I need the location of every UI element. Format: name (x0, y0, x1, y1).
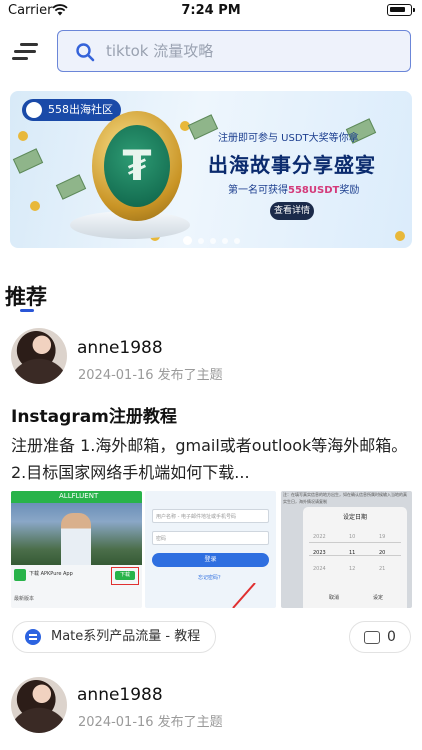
month-option: 10 (349, 534, 356, 540)
menu-line (12, 57, 28, 60)
highlight-box: 下载 (111, 567, 139, 585)
reward-prefix: 第一名可获得 (228, 185, 288, 196)
year-option: 2023 (313, 550, 326, 556)
carousel-dot[interactable] (221, 238, 228, 244)
view-details-button[interactable]: 查看详情 (270, 202, 314, 220)
reward-amount: 558USDT (288, 185, 340, 196)
menu-line (14, 50, 36, 53)
football-photo (11, 503, 142, 565)
tag-icon (25, 629, 41, 645)
battery-icon (387, 4, 415, 16)
forgot-password-link: 忘记密码？ (197, 575, 223, 581)
version-label: 最新版本 (14, 596, 35, 602)
menu-line (20, 43, 38, 46)
avatar[interactable] (11, 328, 67, 384)
banknote-icon (12, 148, 44, 174)
player-figure (61, 513, 91, 565)
carousel-indicator[interactable] (10, 229, 412, 248)
carousel-dot[interactable] (233, 238, 240, 244)
date-picker: 设定日期 2022 2023 2024 10 11 12 19 20 21 取消… (303, 507, 407, 608)
post-username[interactable]: anne1988 (77, 338, 163, 358)
install-button: 下载 (115, 571, 135, 580)
promo-banner[interactable]: 558出海社区 ₮ 注册即可参与 USDT大奖等你拿 出海故事分享盛宴 第一名可… (10, 91, 412, 248)
avatar[interactable] (11, 677, 67, 733)
carousel-dot[interactable] (182, 236, 192, 245)
topic-tag-button[interactable]: Mate系列产品流量 - 教程 (12, 621, 217, 653)
month-column: 10 11 12 (349, 529, 355, 577)
download-text: 下载 APKPure App (29, 571, 73, 577)
month-option: 11 (349, 550, 356, 556)
post-excerpt[interactable]: 注册准备 1.海外邮箱，gmail或者outlook等海外邮箱。2.目标国家网络… (11, 432, 416, 486)
carousel-dot[interactable] (197, 238, 204, 244)
gold-coin-icon (30, 201, 40, 211)
year-option: 2024 (313, 566, 326, 572)
reward-suffix: 奖励 (339, 185, 360, 196)
post-meta: 2024-01-16 发布了主题 (78, 368, 223, 383)
day-option: 19 (379, 534, 386, 540)
banknote-icon (55, 174, 87, 200)
day-option: 20 (379, 550, 386, 556)
gold-coin-icon (18, 131, 28, 141)
login-button: 登录 (152, 553, 269, 567)
banner-reward-text: 第一名可获得558USDT奖励 (228, 181, 359, 196)
post-meta: 2024-01-16 发布了主题 (78, 715, 223, 730)
year-column: 2022 2023 2024 (313, 529, 326, 577)
year-option: 2022 (313, 534, 326, 540)
post-image-2[interactable]: 用户名称 - 电子邮件地址或手机号码 密码 登录 忘记密码？ (145, 491, 276, 608)
day-column: 19 20 21 (379, 529, 385, 577)
app-header-bar: ALLFLUENT (11, 491, 142, 503)
status-bar: Carrier 7:24 PM (0, 0, 422, 22)
picker-cancel: 取消 (329, 595, 340, 601)
search-icon (76, 43, 95, 62)
topic-tag-label: Mate系列产品流量 - 教程 (51, 629, 201, 644)
tab-underline (20, 309, 34, 312)
banknote-icon (187, 114, 219, 140)
post-title[interactable]: Instagram注册教程 (11, 402, 177, 427)
picker-confirm: 设定 (373, 595, 384, 601)
comments-button[interactable]: 0 (349, 621, 411, 653)
app-name: ALLFLUENT (59, 492, 99, 500)
carousel-dot[interactable] (209, 238, 216, 244)
post-username[interactable]: anne1988 (77, 685, 163, 705)
post-image-3[interactable]: 注：在填写真实信息的地方出生，如在确认信息所属时候输入当地的真实生日，海外情况请… (281, 491, 412, 608)
password-field: 密码 (152, 531, 269, 545)
banner-title: 出海故事分享盛宴 (208, 153, 376, 177)
apkpure-icon (14, 569, 26, 581)
username-field: 用户名称 - 电子邮件地址或手机号码 (152, 509, 269, 523)
day-option: 21 (379, 566, 386, 572)
month-option: 12 (349, 566, 356, 572)
menu-icon[interactable] (12, 40, 38, 62)
red-arrow-icon (232, 583, 256, 608)
picker-title: 设定日期 (342, 514, 367, 521)
comment-icon (364, 631, 380, 644)
banner-logo: 558出海社区 (22, 99, 121, 121)
post-image-1[interactable]: ALLFLUENT 下载 APKPure App 下载 最新版本 (11, 491, 142, 608)
search-bar[interactable] (57, 30, 411, 72)
banner-subtitle: 注册即可参与 USDT大奖等你拿 (218, 133, 359, 144)
instruction-text: 注：在填写真实信息的地方出生，如在确认信息所属时候输入当地的真实生日，海外情况请… (283, 492, 407, 504)
tether-symbol-icon: ₮ (122, 141, 152, 190)
clock: 7:24 PM (181, 3, 241, 18)
section-title[interactable]: 推荐 (5, 281, 47, 311)
comment-count: 0 (387, 629, 396, 645)
search-input[interactable] (106, 39, 396, 63)
